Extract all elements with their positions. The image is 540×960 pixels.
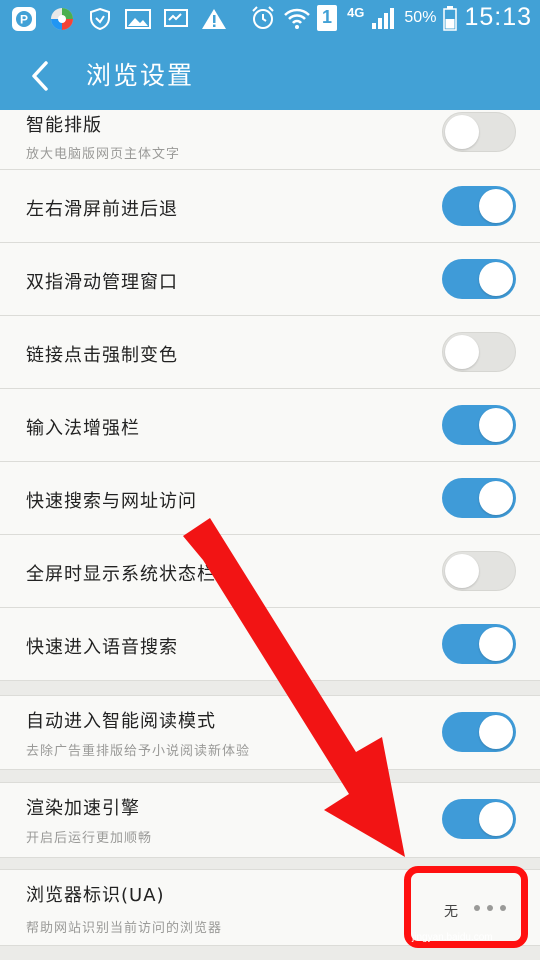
setting-row-voice-search[interactable]: 快速进入语音搜索 — [0, 608, 540, 681]
toggle-switch[interactable] — [442, 712, 516, 752]
setting-title: 快速搜索与网址访问 — [26, 491, 197, 512]
setting-row-link-color[interactable]: 链接点击强制变色 — [0, 316, 540, 389]
message-icon — [162, 5, 190, 33]
setting-row-render-engine[interactable]: 渲染加速引擎 开启后运行更加顺畅 — [0, 783, 540, 858]
setting-row-user-agent[interactable]: 浏览器标识(UA) 帮助网站识别当前访问的浏览器 无 — [0, 870, 540, 946]
toggle-switch[interactable] — [442, 551, 516, 591]
network-type: 4G — [347, 5, 365, 20]
setting-row-two-finger-window[interactable]: 双指滑动管理窗口 — [0, 243, 540, 316]
setting-subtitle: 开启后运行更加顺畅 — [26, 831, 153, 846]
ua-current-value: 无 — [444, 904, 458, 920]
app-header: 浏览设置 — [0, 38, 540, 110]
setting-row-input-bar[interactable]: 输入法增强栏 — [0, 389, 540, 462]
battery-icon — [442, 4, 458, 32]
setting-subtitle: 放大电脑版网页主体文字 — [26, 147, 181, 162]
clock: 15:13 — [464, 3, 532, 31]
back-button[interactable] — [18, 54, 62, 98]
toggle-switch[interactable] — [442, 799, 516, 839]
shield-icon — [86, 5, 114, 33]
setting-row-quick-search[interactable]: 快速搜索与网址访问 — [0, 462, 540, 535]
toggle-switch[interactable] — [442, 186, 516, 226]
toggle-knob — [445, 115, 479, 149]
toggle-switch[interactable] — [442, 624, 516, 664]
setting-title: 输入法增强栏 — [26, 418, 140, 439]
setting-title: 左右滑屏前进后退 — [26, 199, 178, 220]
toggle-knob — [479, 802, 513, 836]
setting-title: 自动进入智能阅读模式 — [26, 711, 216, 732]
section-divider — [0, 681, 540, 696]
toggle-knob — [479, 715, 513, 749]
signal-icon — [370, 4, 398, 32]
page-title: 浏览设置 — [86, 61, 195, 90]
system-indicators: 1 4G 50% 15:13 — [249, 3, 532, 32]
sim-slot-number: 1 — [322, 7, 333, 27]
toggle-knob — [445, 335, 479, 369]
setting-title: 链接点击强制变色 — [26, 345, 178, 366]
toggle-knob — [479, 627, 513, 661]
setting-title: 双指滑动管理窗口 — [26, 272, 178, 293]
toggle-switch[interactable] — [442, 478, 516, 518]
setting-title: 浏览器标识(UA) — [26, 885, 165, 906]
list-bottom — [0, 946, 540, 960]
toggle-knob — [479, 408, 513, 442]
setting-row-swipe-navigation[interactable]: 左右滑屏前进后退 — [0, 170, 540, 243]
section-divider — [0, 858, 540, 870]
battery-percent: 50% — [404, 8, 437, 26]
setting-row-fullscreen-statusbar[interactable]: 全屏时显示系统状态栏 — [0, 535, 540, 608]
toggle-knob — [479, 262, 513, 296]
image-icon — [124, 5, 152, 33]
toggle-switch[interactable] — [442, 405, 516, 445]
setting-title: 渲染加速引擎 — [26, 798, 140, 819]
toggle-knob — [445, 554, 479, 588]
setting-title: 全屏时显示系统状态栏 — [26, 564, 216, 585]
settings-list: 智能排版 放大电脑版网页主体文字 左右滑屏前进后退 双指滑动管理窗口 链接点击强… — [0, 110, 540, 960]
section-divider — [0, 770, 540, 783]
back-arrow-icon — [32, 61, 48, 91]
svg-text:P: P — [20, 13, 28, 27]
setting-title: 快速进入语音搜索 — [26, 637, 178, 658]
setting-row-smart-layout[interactable]: 智能排版 放大电脑版网页主体文字 — [0, 110, 540, 170]
sim-slot-icon: 1 — [317, 4, 338, 31]
toggle-switch[interactable] — [442, 259, 516, 299]
toggle-knob — [479, 481, 513, 515]
app-p-icon: P — [10, 5, 38, 33]
toggle-switch[interactable] — [442, 332, 516, 372]
more-options-icon[interactable] — [468, 898, 512, 918]
setting-subtitle: 去除广告重排版给予小说阅读新体验 — [26, 744, 251, 759]
notification-icons: P — [10, 5, 228, 33]
toggle-switch[interactable] — [442, 112, 516, 152]
alarm-icon — [249, 4, 277, 32]
status-bar: P 1 4G 50% 15:13 — [0, 0, 540, 38]
setting-subtitle: 帮助网站识别当前访问的浏览器 — [26, 921, 223, 936]
setting-title: 智能排版 — [26, 115, 102, 136]
warning-icon — [200, 5, 228, 33]
setting-row-smart-reading[interactable]: 自动进入智能阅读模式 去除广告重排版给予小说阅读新体验 — [0, 696, 540, 770]
wifi-icon — [283, 4, 311, 32]
toggle-knob — [479, 189, 513, 223]
app-colorful-icon — [48, 5, 76, 33]
